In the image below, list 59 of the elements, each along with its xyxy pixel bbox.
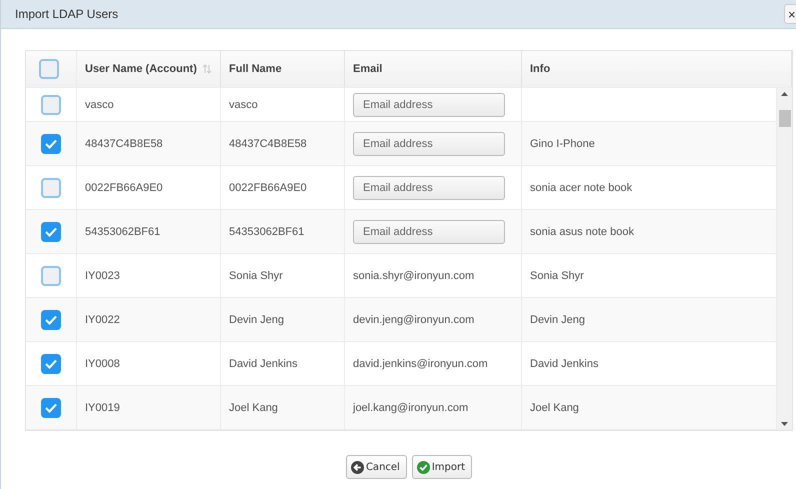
table-cell: devin.jeng@ironyun.com: [353, 314, 474, 326]
table-cell: IY0023: [85, 270, 120, 282]
table-cell: Devin Jeng: [229, 314, 284, 326]
close-button[interactable]: ×: [784, 4, 796, 24]
table-cell: vasco: [85, 98, 114, 110]
cancel-button[interactable]: Cancel: [346, 455, 407, 479]
column-header: Full Name: [229, 63, 282, 75]
checkbox[interactable]: [41, 94, 61, 114]
checkbox[interactable]: [39, 59, 59, 79]
scrollbar[interactable]: [777, 88, 792, 430]
table-cell: 54353062BF61: [229, 226, 304, 238]
scroll-up-icon[interactable]: [781, 92, 788, 96]
table-cell: IY0008: [85, 358, 120, 370]
checkbox[interactable]: [41, 178, 61, 198]
check-icon: [45, 402, 57, 412]
check-circle-icon: [416, 460, 430, 474]
table-cell: IY0022: [85, 314, 120, 326]
table-cell: joel.kang@ironyun.com: [353, 402, 468, 414]
email-field[interactable]: Email address: [353, 132, 505, 156]
check-icon: [45, 358, 57, 368]
table-cell: David Jenkins: [530, 358, 598, 370]
table-cell: david.jenkins@ironyun.com: [353, 358, 488, 370]
column-header: Info: [530, 63, 550, 75]
import-button[interactable]: Import: [412, 455, 472, 479]
table-cell: David Jenkins: [229, 358, 298, 370]
table-cell: IY0019: [85, 402, 120, 414]
checkbox[interactable]: [41, 310, 61, 330]
checkbox[interactable]: [41, 222, 61, 242]
table-cell: sonia acer note book: [530, 182, 632, 194]
column-header: Email: [353, 63, 382, 75]
table-cell: sonia asus note book: [530, 226, 634, 238]
table-cell: vasco: [229, 98, 258, 110]
table-cell: 0022FB66A9E0: [85, 182, 163, 194]
table-cell: Sonia Shyr: [229, 270, 283, 282]
email-field[interactable]: Email address: [353, 92, 505, 116]
table-cell: sonia.shyr@ironyun.com: [353, 270, 474, 282]
table-cell: Sonia Shyr: [530, 270, 584, 282]
table-cell: Gino I-Phone: [530, 138, 595, 150]
checkbox[interactable]: [41, 266, 61, 286]
table-cell: 48437C4B8E58: [229, 138, 307, 150]
table-cell: 54353062BF61: [85, 226, 160, 238]
table-cell: Joel Kang: [530, 402, 579, 414]
table-cell: Devin Jeng: [530, 314, 586, 326]
email-field[interactable]: Email address: [353, 176, 505, 200]
checkbox[interactable]: [41, 354, 61, 374]
scroll-down-icon[interactable]: [781, 422, 788, 426]
check-icon: [45, 226, 57, 236]
check-icon: [45, 314, 57, 324]
table-cell: 0022FB66A9E0: [229, 182, 307, 194]
back-arrow-icon: [350, 460, 364, 474]
column-header: User Name (Account): [85, 63, 197, 75]
email-field[interactable]: Email address: [353, 220, 505, 244]
checkbox[interactable]: [41, 134, 61, 154]
window-title: Import LDAP Users: [15, 7, 118, 21]
check-icon: [45, 138, 57, 148]
checkbox[interactable]: [41, 398, 61, 418]
table-cell: Joel Kang: [229, 402, 278, 414]
scroll-thumb[interactable]: [778, 110, 790, 127]
table-cell: 48437C4B8E58: [85, 138, 163, 150]
